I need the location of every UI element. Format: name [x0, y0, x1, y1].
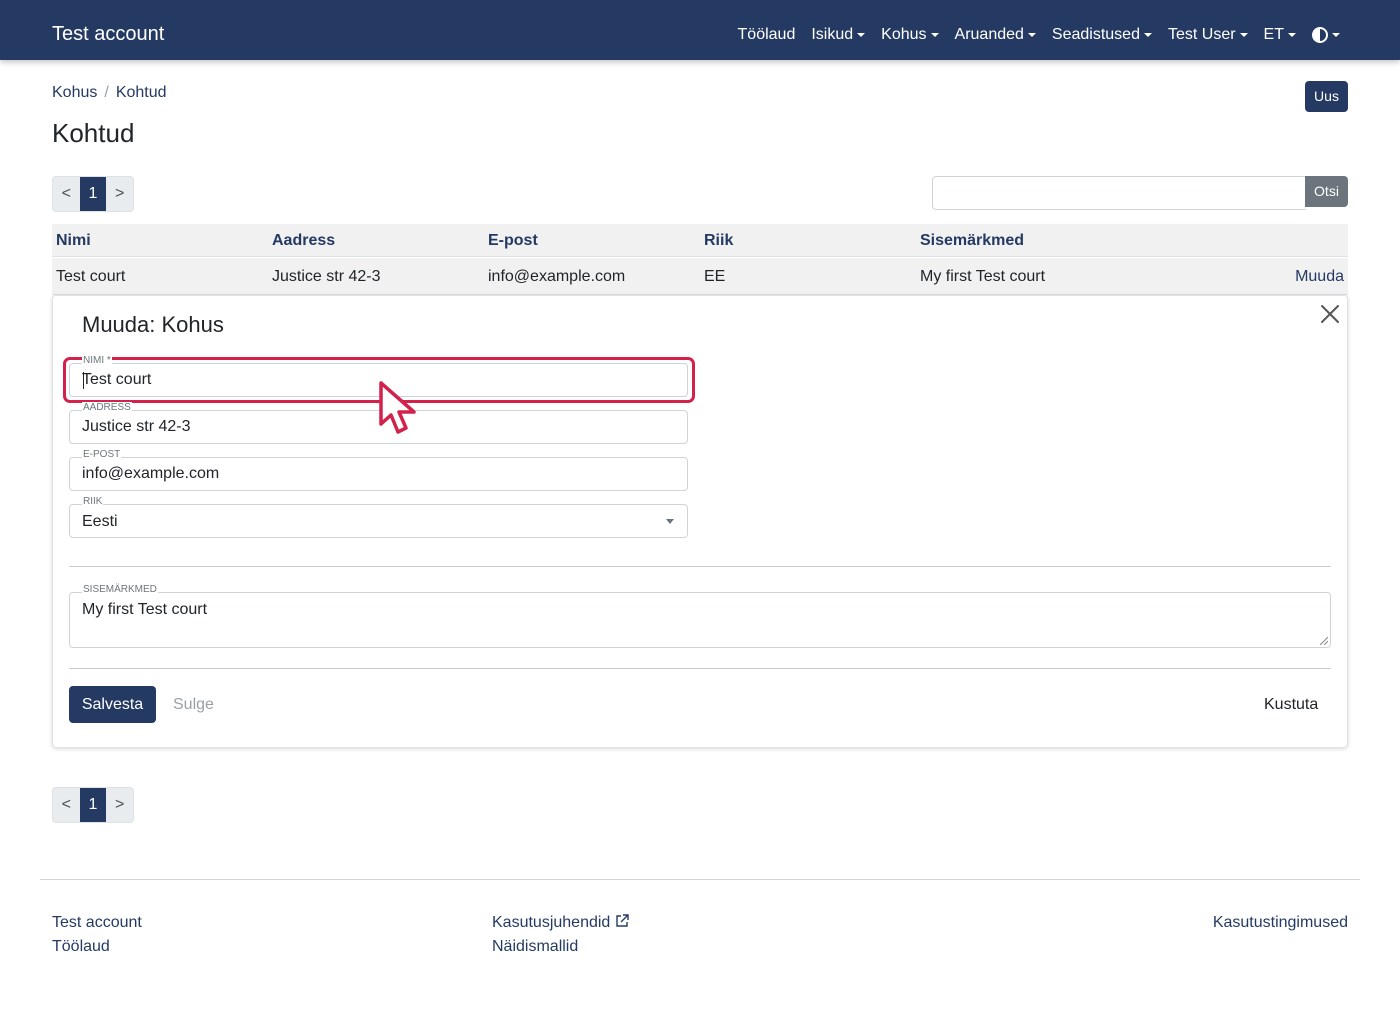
new-button[interactable]: Uus [1305, 81, 1348, 112]
chevron-down-icon [1332, 33, 1340, 37]
nav-item-label: Test User [1167, 26, 1236, 43]
table-header: Nimi Aadress E-post Riik Sisemärkmed [52, 224, 1348, 257]
contrast-icon [1312, 27, 1328, 43]
nav-item-user-menu[interactable]: Test User [1168, 24, 1248, 46]
column-header-address[interactable]: Aadress [272, 224, 335, 257]
email-field-value: info@example.com [82, 465, 220, 482]
cell-name: Test court [56, 268, 126, 285]
name-field-value: Test court [82, 371, 152, 388]
nav-item-theme-toggle[interactable] [1312, 27, 1340, 43]
cell-address: Justice str 42-3 [272, 268, 381, 285]
search-button[interactable]: Otsi [1305, 176, 1348, 207]
close-icon[interactable] [1320, 304, 1340, 324]
nav-item-label: Isikud [811, 26, 854, 43]
brand-link[interactable]: Test account [52, 22, 164, 46]
pagination-next[interactable]: > [106, 788, 133, 822]
cell-notes: My first Test court [920, 268, 1046, 285]
footer-divider [40, 879, 1360, 880]
cell-country: EE [704, 268, 726, 285]
column-header-notes[interactable]: Sisemärkmed [920, 224, 1024, 257]
search-input[interactable] [932, 176, 1306, 210]
pagination-top: < 1 > [52, 176, 134, 212]
pagination-bottom: < 1 > [52, 787, 134, 823]
edit-panel: Muuda: Kohus Nimi * Test court Aadress J… [52, 295, 1348, 748]
page-title: Kohtud [52, 118, 135, 148]
address-field-value: Justice str 42-3 [82, 418, 191, 435]
breadcrumb: Kohus / Kohtud [52, 83, 167, 103]
nav-item-aruanded[interactable]: Aruanded [955, 24, 1036, 46]
footer-link-manuals: Kasutusjuhendid [492, 914, 611, 931]
chevron-down-icon [857, 33, 866, 37]
nav-item-label: ET [1263, 26, 1284, 43]
nav-item-toolaud[interactable]: Töölaud [738, 24, 796, 46]
pagination-page[interactable]: 1 [79, 177, 107, 211]
notes-textarea[interactable]: Sisemärkmed My first Test court [69, 584, 1331, 648]
nav-menu: Töölaud Isikud Kohus Aruanded Seadistuse… [722, 24, 1340, 46]
notes-textarea-value: My first Test court [82, 601, 208, 618]
chevron-down-icon [666, 519, 674, 524]
nav-item-isikud[interactable]: Isikud [811, 24, 866, 46]
chevron-down-icon [1239, 33, 1248, 37]
resize-handle-icon[interactable] [1320, 637, 1328, 645]
pagination-next[interactable]: > [106, 177, 133, 211]
email-field[interactable]: E-post info@example.com [69, 449, 688, 491]
edit-link[interactable]: Muuda [1295, 258, 1344, 295]
chevron-down-icon [1027, 33, 1036, 37]
pagination-prev[interactable]: < [53, 177, 80, 211]
country-select[interactable]: Riik Eesti [69, 496, 688, 538]
external-link-icon [616, 914, 630, 927]
close-button[interactable]: Sulge [173, 686, 214, 723]
chevron-down-icon [930, 33, 939, 37]
nav-item-language[interactable]: ET [1264, 24, 1296, 46]
column-header-email[interactable]: E-post [488, 224, 538, 257]
pagination-prev[interactable]: < [53, 788, 80, 822]
breadcrumb-separator: / [104, 84, 109, 101]
mouse-pointer-icon [379, 381, 416, 434]
table-row[interactable]: Test court Justice str 42-3 info@example… [52, 258, 1348, 295]
country-select-value: Eesti [82, 513, 118, 530]
nav-item-label: Seadistused [1051, 26, 1140, 43]
footer-link-manuals-wrap[interactable]: Kasutusjuhendid [492, 913, 630, 933]
breadcrumb-item-kohtud[interactable]: Kohtud [116, 83, 167, 103]
breadcrumb-item-kohus[interactable]: Kohus [52, 83, 97, 103]
form-divider [69, 668, 1331, 669]
column-header-name[interactable]: Nimi [56, 224, 91, 257]
nav-item-label: Aruanded [954, 26, 1024, 43]
nav-item-label: Kohus [881, 26, 927, 43]
nav-item-kohus[interactable]: Kohus [881, 24, 939, 46]
edit-panel-title: Muuda: Kohus [82, 312, 224, 337]
footer-link-dashboard[interactable]: Töölaud [52, 937, 110, 957]
footer-link-templates[interactable]: Näidismallid [492, 937, 578, 957]
cell-email: info@example.com [488, 268, 626, 285]
footer-link-terms[interactable]: Kasutustingimused [1213, 913, 1348, 933]
save-button[interactable]: Salvesta [69, 686, 156, 723]
chevron-down-icon [1288, 33, 1296, 37]
nav-item-label: Töölaud [737, 26, 796, 43]
delete-button[interactable]: Kustuta [1264, 686, 1318, 723]
pagination-page[interactable]: 1 [79, 788, 107, 822]
column-header-country[interactable]: Riik [704, 224, 733, 257]
nav-item-seadistused[interactable]: Seadistused [1052, 24, 1152, 46]
chevron-down-icon [1143, 33, 1152, 37]
footer-link-account[interactable]: Test account [52, 913, 142, 933]
form-divider [69, 566, 1331, 567]
top-navbar: Test account Töölaud Isikud Kohus Aruand… [0, 0, 1400, 60]
